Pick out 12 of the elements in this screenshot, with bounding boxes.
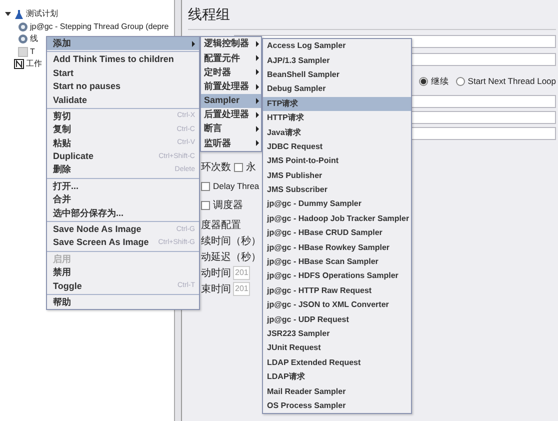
panel-title: 线程组 [188,0,556,30]
section-label: 度器配置 [201,218,241,232]
radio-label: Start Next Thread Loop [468,74,556,88]
radio-label: 继续 [430,74,449,88]
checkbox-label: 调度器 [213,198,243,212]
checkbox-label: Delay Threa [213,180,260,192]
field-label: 束时间 [201,282,231,296]
checkbox-label: 永 [246,160,256,174]
field-label: 动延迟（秒） [201,250,261,264]
field-label: 动时间 [201,266,231,280]
field-label: 续时间（秒） [201,234,261,248]
field-label: 环次数 [201,160,231,174]
